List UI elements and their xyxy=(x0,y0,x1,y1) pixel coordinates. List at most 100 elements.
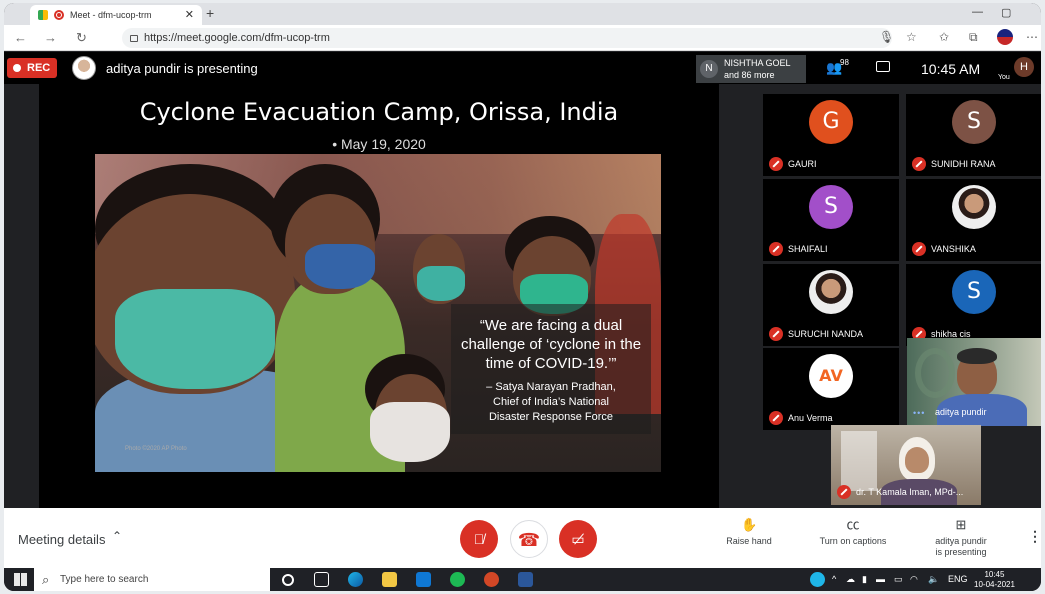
chevron-up-icon[interactable]: ⌃ xyxy=(112,529,122,543)
close-tab-icon[interactable]: ✕ xyxy=(185,8,194,21)
participant-name: VANSHIKA xyxy=(931,244,976,254)
participant-tile[interactable]: AV Anu Verma xyxy=(763,348,899,430)
wifi-icon[interactable]: ◠ xyxy=(910,574,918,585)
help-icon[interactable] xyxy=(810,572,825,587)
new-tab-button[interactable]: + xyxy=(206,5,214,21)
speaking-indicator: ••• xyxy=(913,408,926,418)
taskbar-clock[interactable]: 10:45 10-04-2021 xyxy=(974,570,1015,590)
volume-icon[interactable]: 🔈 xyxy=(928,574,939,585)
self-avatar[interactable]: H xyxy=(1014,57,1034,77)
recording-indicator-icon xyxy=(54,10,64,20)
participant-tile[interactable]: S SUNIDHI RANA xyxy=(906,94,1041,176)
people-count: 98 xyxy=(840,58,849,67)
tray-chevron-icon[interactable]: ^ xyxy=(832,574,836,584)
participant-avatar: N xyxy=(700,60,718,78)
attribution-line: – Satya Narayan Pradhan, xyxy=(486,381,616,393)
url-field[interactable]: https://meet.google.com/dfm-ucop-trm xyxy=(122,28,892,48)
mic-toggle-button[interactable]: 🎙̸ xyxy=(460,520,498,558)
participant-video-tile[interactable]: dr. T Kamala Iman, MPd-... xyxy=(831,425,981,505)
participant-video-tile[interactable]: ••• aditya pundir xyxy=(907,338,1041,426)
tab-title: Meet - dfm-ucop-trm xyxy=(70,10,152,20)
hang-up-icon: ☎ xyxy=(517,530,541,550)
photo-credit: Photo ©2020 AP Photo xyxy=(125,446,187,452)
meeting-clock: 10:45 AM xyxy=(921,61,981,77)
windows-taskbar: Type here to search ^ ☁ ▮ ▬ ▭ ◠ 🔈 ENG 10… xyxy=(4,568,1041,591)
mic-tray-icon: ▮ xyxy=(862,574,867,584)
participant-name: SURUCHI NANDA xyxy=(788,329,864,339)
more-menu-icon[interactable]: ⋯ xyxy=(1026,30,1038,44)
file-explorer-icon[interactable] xyxy=(382,572,397,587)
present-screen-icon: ⊞ xyxy=(955,517,967,532)
raise-hand-button[interactable]: ✋ Raise hand xyxy=(704,518,794,547)
address-toolbar: ← → ↻ https://meet.google.com/dfm-ucop-t… xyxy=(4,25,1041,51)
mic-off-icon: 🎙̸ xyxy=(473,531,485,547)
captions-button[interactable]: ㏄ Turn on captions xyxy=(808,518,898,547)
battery-icon[interactable]: ▭ xyxy=(894,574,903,585)
network-icon[interactable]: ▬ xyxy=(876,574,885,584)
meeting-details-button[interactable]: Meeting details xyxy=(18,532,105,547)
participant-logo-avatar: AV xyxy=(809,354,853,398)
presented-slide: Cyclone Evacuation Camp, Orissa, India •… xyxy=(39,84,719,508)
meeting-controls: Meeting details ⌃ 🎙̸ ☎ ▭̸ ✋ Raise hand ㏄… xyxy=(4,508,1041,568)
participant-tile[interactable]: G GAURI xyxy=(763,94,899,176)
taskbar-date: 10-04-2021 xyxy=(974,580,1015,589)
mic-off-icon xyxy=(912,242,926,256)
presenting-button[interactable]: ⊞ aditya pundir is presenting xyxy=(916,518,1006,558)
taskbar-search-input[interactable]: Type here to search xyxy=(34,568,270,591)
mic-off-icon xyxy=(837,485,851,499)
participant-name: Anu Verma xyxy=(788,413,833,423)
forward-icon[interactable]: → xyxy=(44,30,57,45)
participant-name: aditya pundir xyxy=(935,407,987,417)
more-options-icon[interactable]: ⋮ xyxy=(1028,528,1041,545)
cloud-icon: ☁ xyxy=(846,574,855,584)
participant-more: and 86 more xyxy=(724,70,775,80)
profile-avatar[interactable] xyxy=(997,29,1013,45)
recording-badge: REC xyxy=(7,58,57,78)
slide-title: Cyclone Evacuation Camp, Orissa, India xyxy=(139,98,619,126)
participants-chip[interactable]: N NISHTHA GOEL and 86 more xyxy=(696,55,806,83)
self-label: You xyxy=(998,74,1010,81)
participant-avatar: S xyxy=(952,100,996,144)
quote-attribution: – Satya Narayan Pradhan, Chief of India’… xyxy=(451,380,651,425)
mic-off-icon xyxy=(769,327,783,341)
participant-tile[interactable]: S shikha cis xyxy=(906,264,1041,346)
favorites-icon[interactable]: ✩ xyxy=(939,30,949,44)
maximize-icon[interactable]: ▢ xyxy=(1001,6,1011,19)
participant-tile[interactable]: SURUCHI NANDA xyxy=(763,264,899,346)
mic-off-icon xyxy=(912,157,926,171)
camera-toggle-button[interactable]: ▭̸ xyxy=(559,520,597,558)
word-icon[interactable] xyxy=(518,572,533,587)
minimize-icon[interactable]: — xyxy=(972,6,983,18)
url-text: https://meet.google.com/dfm-ucop-trm xyxy=(144,32,330,44)
browser-tab[interactable]: Meet - dfm-ucop-trm ✕ xyxy=(30,5,202,25)
task-view-icon[interactable] xyxy=(314,572,329,587)
reload-icon[interactable]: ↻ xyxy=(76,30,87,46)
raise-hand-label: Raise hand xyxy=(726,536,772,546)
leave-call-button[interactable]: ☎ xyxy=(510,520,548,558)
participant-name: NISHTHA GOEL xyxy=(724,58,791,68)
camera-off-icon: ▭̸ xyxy=(571,531,585,547)
participant-grid: G GAURI S SUNIDHI RANA S SHAIFALI VANSHI… xyxy=(755,84,1041,508)
add-favorite-icon[interactable]: ☆ xyxy=(906,30,917,44)
mic-off-icon xyxy=(769,411,783,425)
mail-icon[interactable] xyxy=(416,572,431,587)
mic-off-icon xyxy=(769,242,783,256)
captions-label: Turn on captions xyxy=(819,536,887,546)
powerpoint-icon[interactable] xyxy=(484,572,499,587)
cortana-icon[interactable] xyxy=(282,574,294,586)
back-icon[interactable]: ← xyxy=(14,30,27,45)
browser-window: Meet - dfm-ucop-trm ✕ + — ▢ ← → ↻ https:… xyxy=(4,3,1041,591)
spotify-icon[interactable] xyxy=(450,572,465,587)
participant-tile[interactable]: S SHAIFALI xyxy=(763,179,899,261)
windows-start-icon[interactable] xyxy=(14,573,27,586)
chat-icon[interactable] xyxy=(876,61,890,72)
presenting-label-2: is presenting xyxy=(935,547,987,557)
presentation-stage: Cyclone Evacuation Camp, Orissa, India •… xyxy=(4,84,755,508)
language-indicator[interactable]: ENG xyxy=(948,574,968,584)
participant-tile[interactable]: VANSHIKA xyxy=(906,179,1041,261)
microphone-permission-icon[interactable]: 🎙 xyxy=(879,30,894,44)
edge-icon[interactable] xyxy=(348,572,363,587)
collections-icon[interactable]: ⧉ xyxy=(969,30,978,45)
attribution-line: Chief of India’s National xyxy=(493,396,609,408)
participant-photo-avatar xyxy=(952,185,996,229)
